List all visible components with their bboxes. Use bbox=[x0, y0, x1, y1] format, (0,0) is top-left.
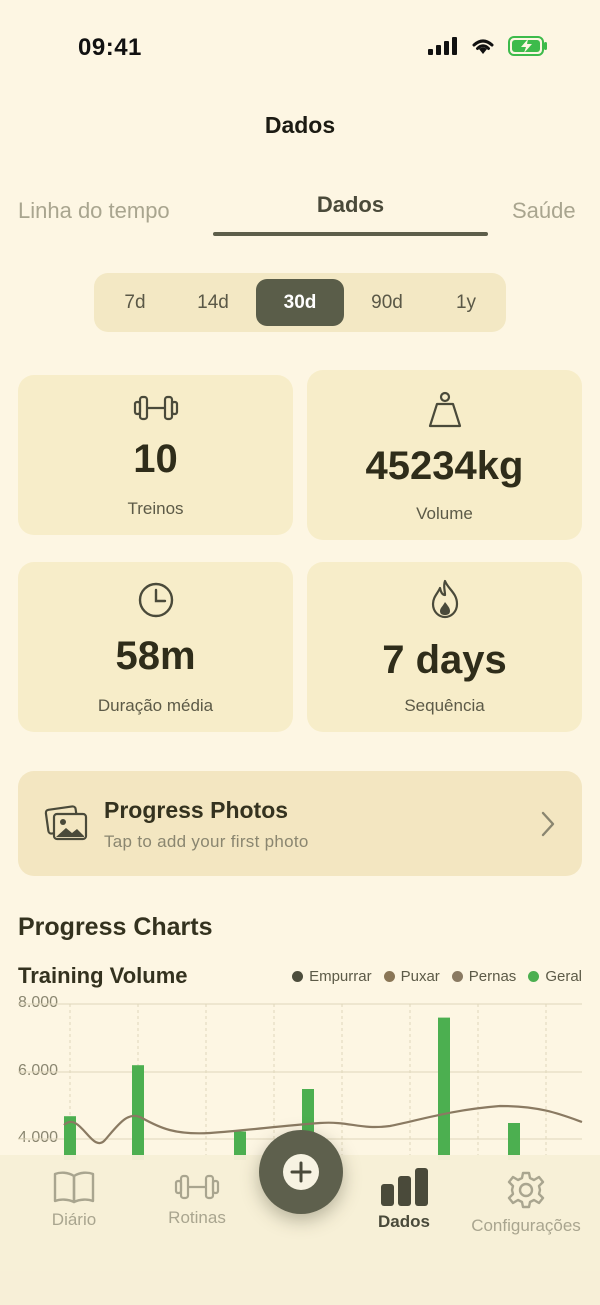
legend-label-overall: Geral bbox=[545, 968, 582, 985]
battery-icon bbox=[508, 36, 547, 56]
dumbbell-icon bbox=[133, 395, 178, 421]
dumbbell-icon bbox=[174, 1174, 220, 1200]
range-14d[interactable]: 14d bbox=[180, 279, 246, 326]
stat-label-streak: Sequência bbox=[404, 696, 485, 715]
chart-legend: Empurrar Puxar Pernas Geral bbox=[292, 968, 582, 985]
signal-icon bbox=[428, 37, 457, 55]
stat-card-duration[interactable]: 58m Duração média bbox=[18, 562, 293, 732]
range-selector: 7d 14d 30d 90d 1y bbox=[94, 273, 506, 332]
bar-geral[interactable] bbox=[132, 1065, 144, 1160]
range-7d[interactable]: 7d bbox=[104, 279, 166, 326]
progress-photos-card[interactable] bbox=[18, 771, 582, 876]
stat-card-volume[interactable]: 45234kg Volume bbox=[307, 370, 582, 540]
legend-dot-legs bbox=[451, 971, 463, 982]
stat-label-volume: Volume bbox=[416, 504, 473, 523]
nav-settings[interactable]: Configurações bbox=[466, 1170, 586, 1236]
wifi-icon bbox=[472, 39, 494, 54]
range-90d[interactable]: 90d bbox=[356, 279, 418, 326]
stat-value-streak: 7 days bbox=[382, 638, 507, 682]
add-workout-button[interactable] bbox=[259, 1130, 343, 1214]
legend-item-push: Empurrar bbox=[292, 968, 372, 985]
legend-dot-pull bbox=[383, 971, 395, 982]
gear-icon bbox=[507, 1171, 545, 1209]
tab-timeline[interactable]: Linha do tempo bbox=[18, 198, 170, 224]
nav-data-label: Dados bbox=[378, 1212, 430, 1231]
flame-icon bbox=[431, 579, 458, 619]
bar-geral[interactable] bbox=[438, 1017, 450, 1160]
book-icon bbox=[53, 1171, 95, 1204]
legend-dot-push bbox=[292, 971, 304, 982]
status-time: 09:41 bbox=[78, 34, 142, 61]
nav-routines-label: Rotinas bbox=[168, 1208, 226, 1227]
nav-settings-label: Configurações bbox=[471, 1216, 581, 1235]
tab-data[interactable]: Dados bbox=[213, 192, 488, 218]
clock-icon bbox=[138, 582, 173, 618]
legend-item-legs: Pernas bbox=[451, 968, 517, 985]
chevron-right-icon bbox=[541, 811, 555, 837]
page-title: Dados bbox=[264, 112, 336, 138]
nav-data[interactable]: Dados bbox=[366, 1168, 442, 1232]
stat-label-duration: Duração média bbox=[97, 696, 214, 715]
stat-value-duration: 58m bbox=[115, 634, 196, 678]
legend-dot-overall bbox=[528, 971, 540, 982]
stat-card-workouts[interactable]: 10 Treinos bbox=[18, 375, 293, 535]
legend-label-legs: Pernas bbox=[468, 968, 517, 985]
range-30d[interactable]: 30d bbox=[256, 279, 344, 326]
stat-label-workouts: Treinos bbox=[127, 499, 184, 518]
weight-icon bbox=[428, 391, 461, 428]
progress-photos-subtitle: Tap to add your first photo bbox=[104, 832, 309, 851]
status-icons bbox=[428, 36, 548, 56]
stat-value-volume: 45234kg bbox=[365, 444, 524, 488]
legend-item-overall: Geral bbox=[528, 968, 582, 985]
stat-card-streak[interactable]: 7 days Sequência bbox=[307, 562, 582, 732]
progress-charts-title: Progress Charts bbox=[18, 913, 213, 941]
bar-chart-icon bbox=[381, 1168, 428, 1206]
legend-item-pull: Puxar bbox=[383, 968, 440, 985]
legend-label-pull: Puxar bbox=[400, 968, 440, 985]
nav-journal[interactable]: Diário bbox=[34, 1170, 114, 1230]
range-1y[interactable]: 1y bbox=[436, 279, 496, 326]
tab-health[interactable]: Saúde bbox=[512, 198, 576, 224]
chart-title: Training Volume bbox=[18, 963, 188, 988]
nav-routines[interactable]: Rotinas bbox=[156, 1172, 238, 1228]
photos-icon bbox=[44, 805, 88, 841]
plus-icon bbox=[283, 1154, 319, 1190]
nav-journal-label: Diário bbox=[51, 1210, 97, 1229]
stat-value-workouts: 10 bbox=[133, 437, 178, 481]
progress-photos-title: Progress Photos bbox=[104, 797, 289, 823]
tab-active-indicator bbox=[213, 232, 488, 236]
legend-label-push: Empurrar bbox=[309, 968, 372, 985]
